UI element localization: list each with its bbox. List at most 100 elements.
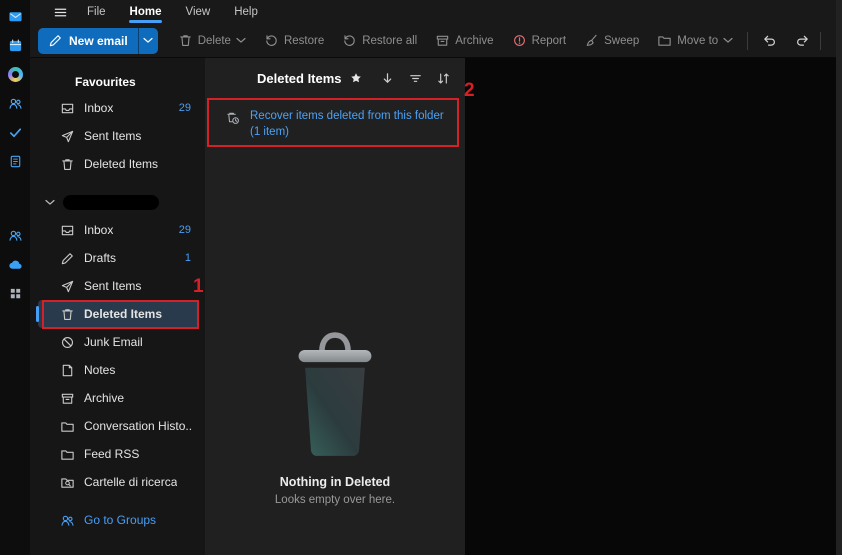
sidebar-item-fav-sent[interactable]: Sent Items xyxy=(38,122,199,150)
notes-icon xyxy=(60,363,75,378)
menu-tab-view[interactable]: View xyxy=(174,0,221,24)
restore-button[interactable]: Restore xyxy=(256,28,332,54)
new-email-button[interactable]: New email xyxy=(38,27,138,54)
sidebar-item-fav-deleted[interactable]: Deleted Items xyxy=(38,150,199,178)
restore-icon xyxy=(264,33,279,48)
outlook-window: File Home View Help New email Delete Res… xyxy=(0,0,842,555)
sidebar-item-fav-inbox[interactable]: Inbox 29 xyxy=(38,94,199,122)
archive-icon xyxy=(60,391,75,406)
archive-button[interactable]: Archive xyxy=(427,28,501,54)
menu-label: File xyxy=(87,6,106,18)
notebook-icon xyxy=(8,154,23,169)
menu-tab-file[interactable]: File xyxy=(76,0,117,24)
drafts-icon xyxy=(60,251,75,266)
sidebar-item-notes[interactable]: Notes xyxy=(38,356,199,384)
mail-app-button[interactable] xyxy=(3,4,27,28)
todo-app-button[interactable] xyxy=(3,120,27,144)
restore-all-label: Restore all xyxy=(362,34,418,47)
move-to-button[interactable]: Move to xyxy=(649,28,741,54)
go-to-groups-label: Go to Groups xyxy=(84,513,157,527)
sidebar-item-archive[interactable]: Archive xyxy=(38,384,199,412)
list-pane-actions xyxy=(375,66,455,90)
junk-icon xyxy=(60,335,75,350)
menu-label: Help xyxy=(234,6,258,18)
new-email-dropdown-button[interactable] xyxy=(137,27,158,54)
folder-label: Inbox xyxy=(84,223,114,237)
account-row[interactable] xyxy=(30,188,205,216)
sidebar-item-search-folders[interactable]: Cartelle di ricerca xyxy=(38,468,199,496)
empty-state: Nothing in Deleted Looks empty over here… xyxy=(205,326,465,506)
groups-app-button[interactable] xyxy=(3,223,27,247)
sidebar-item-deleted[interactable]: Deleted Items xyxy=(36,300,199,328)
folder-label: Sent Items xyxy=(84,129,142,143)
undo-button[interactable] xyxy=(754,28,785,54)
arrow-down-icon xyxy=(380,71,395,86)
folder-label: Inbox xyxy=(84,101,114,115)
menu-tab-help[interactable]: Help xyxy=(223,0,269,24)
hamburger-menu-button[interactable] xyxy=(46,0,74,24)
copilot-icon xyxy=(7,66,23,82)
groups-icon xyxy=(60,513,75,528)
sort-button[interactable] xyxy=(431,66,455,90)
favourites-header[interactable]: Favourites xyxy=(30,70,205,94)
ribbon-toolbar: New email Delete Restore Restore all Arc… xyxy=(30,24,842,58)
new-email-split-button: New email xyxy=(38,27,158,54)
delete-label: Delete xyxy=(197,34,231,47)
new-email-label: New email xyxy=(69,33,128,48)
filter-button[interactable] xyxy=(403,66,427,90)
message-list-pane: Deleted Items Recover items deleted from… xyxy=(205,58,465,555)
chevron-down-icon xyxy=(45,199,55,206)
hamburger-icon xyxy=(53,5,68,20)
filter-icon xyxy=(408,71,423,86)
main-column: File Home View Help New email Delete Res… xyxy=(30,0,842,555)
move-to-label: Move to xyxy=(677,34,719,47)
copilot-app-button[interactable] xyxy=(3,62,27,86)
menu-tab-home[interactable]: Home xyxy=(119,0,173,24)
trash-illustration xyxy=(298,332,372,457)
delete-button[interactable]: Delete xyxy=(170,28,254,54)
calendar-app-button[interactable] xyxy=(3,33,27,57)
calendar-app-icon xyxy=(9,39,21,51)
sidebar-item-inbox[interactable]: Inbox 29 xyxy=(38,216,199,244)
report-button[interactable]: Report xyxy=(504,28,575,54)
sort-direction-button[interactable] xyxy=(375,66,399,90)
folder-label: Junk Email xyxy=(84,335,143,349)
mail-app-icon xyxy=(8,11,22,21)
sweep-label: Sweep xyxy=(604,34,640,47)
folder-label: Conversation Histo... xyxy=(84,419,191,433)
go-to-groups-link[interactable]: Go to Groups xyxy=(38,506,199,534)
unread-count: 29 xyxy=(178,224,191,236)
toolbar-separator xyxy=(747,31,749,50)
people-app-button[interactable] xyxy=(3,91,27,115)
empty-title: Nothing in Deleted xyxy=(279,475,391,490)
sidebar-item-feed-rss[interactable]: Feed RSS xyxy=(38,440,199,468)
sort-icon xyxy=(436,71,451,86)
redo-button[interactable] xyxy=(787,28,818,54)
sweep-icon xyxy=(584,33,599,48)
menu-bar: File Home View Help xyxy=(30,0,842,24)
sent-icon xyxy=(60,279,75,294)
archive-label: Archive xyxy=(455,34,494,47)
sidebar-item-conversation-history[interactable]: Conversation Histo... xyxy=(38,412,199,440)
toolbar-separator xyxy=(820,31,822,50)
more-apps-button[interactable] xyxy=(3,281,27,305)
account-name-redacted xyxy=(63,194,159,210)
trash-icon xyxy=(178,33,193,48)
undo-icon xyxy=(762,33,777,48)
restore-label: Restore xyxy=(283,34,325,47)
recover-deleted-items-link[interactable]: Recover items deleted from this folder (… xyxy=(209,100,461,148)
scrollbar[interactable] xyxy=(836,0,842,555)
sidebar-item-sent[interactable]: Sent Items xyxy=(38,272,199,300)
sidebar-item-drafts[interactable]: Drafts 1 xyxy=(38,244,199,272)
inbox-icon xyxy=(60,223,75,238)
move-to-folder-icon xyxy=(657,33,672,48)
sidebar-item-junk[interactable]: Junk Email xyxy=(38,328,199,356)
sweep-button[interactable]: Sweep xyxy=(576,28,647,54)
favorite-star-button[interactable] xyxy=(350,72,362,84)
unread-count: 1 xyxy=(184,252,191,264)
more-apps-icon xyxy=(8,286,23,301)
onedrive-app-button[interactable] xyxy=(3,252,27,276)
restore-all-button[interactable]: Restore all xyxy=(334,28,425,54)
content-area: Favourites Inbox 29 Sent Items Deleted I… xyxy=(30,58,842,555)
notebook-app-button[interactable] xyxy=(3,149,27,173)
